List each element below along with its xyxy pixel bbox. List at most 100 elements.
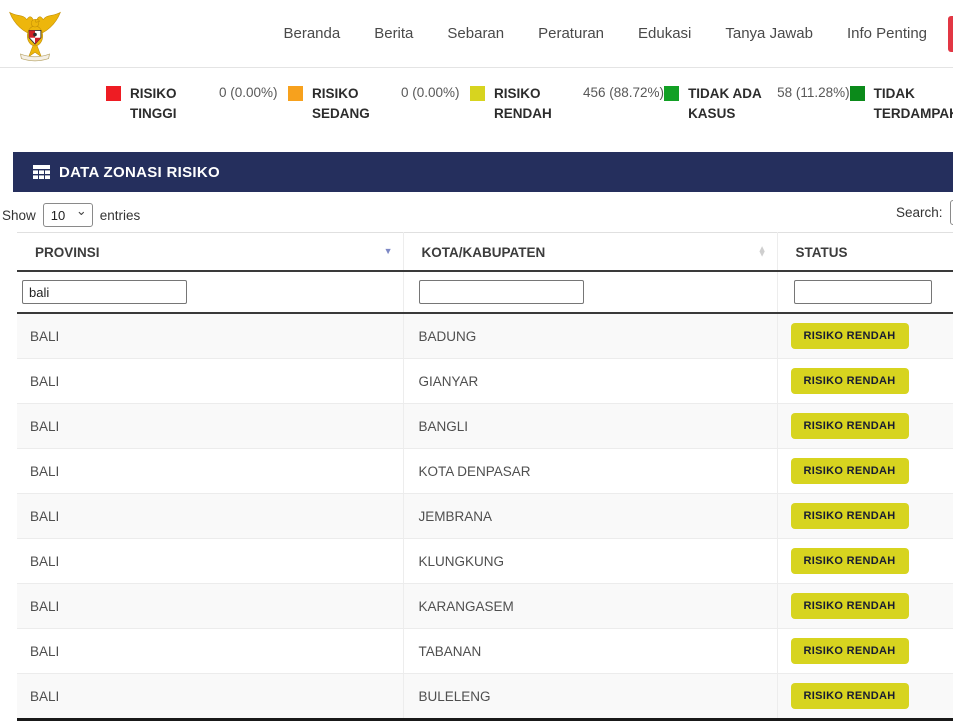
nav-link[interactable]: Peraturan	[538, 25, 604, 42]
cell-status: RISIKO RENDAH	[777, 539, 953, 584]
cell-kota: KOTA DENPASAR	[403, 449, 777, 494]
status-badge: RISIKO RENDAH	[791, 413, 909, 439]
nav-item: Sebaran	[447, 25, 504, 43]
legend-color-swatch	[288, 86, 303, 101]
table-row: BALI KARANGASEM RISIKO RENDAH	[17, 584, 953, 629]
legend-label: TIDAK ADA KASUS	[688, 84, 768, 125]
nav-link[interactable]: Edukasi	[638, 25, 691, 42]
nav-item: Berita	[374, 25, 413, 43]
legend-count: 58 (11.28%)	[777, 85, 850, 100]
garuda-pancasila-logo	[6, 5, 64, 65]
legend-color-swatch	[106, 86, 121, 101]
status-badge: RISIKO RENDAH	[791, 368, 909, 394]
zonasi-table: PROVINSI ▼ KOTA/KABUPATEN ▲▼ STATUS	[17, 232, 953, 721]
risk-legend: RISIKO TINGGI 0 (0.00%) RISIKO SEDANG 0 …	[0, 68, 953, 142]
filter-input-status[interactable]	[794, 280, 932, 304]
cell-provinsi: BALI	[17, 449, 403, 494]
entries-label: entries	[100, 208, 141, 223]
cell-kota: GIANYAR	[403, 359, 777, 404]
filter-cell-kota	[403, 271, 777, 313]
filter-cell-status	[777, 271, 953, 313]
cell-provinsi: BALI	[17, 539, 403, 584]
cell-provinsi: BALI	[17, 313, 403, 359]
column-header-kota[interactable]: KOTA/KABUPATEN ▲▼	[403, 233, 777, 272]
panel-title: DATA ZONASI RISIKO	[59, 164, 220, 181]
cell-status: RISIKO RENDAH	[777, 359, 953, 404]
filter-row	[17, 271, 953, 313]
legend-color-swatch	[470, 86, 485, 101]
search-control: Search:	[896, 200, 953, 225]
cell-kota: JEMBRANA	[403, 494, 777, 539]
legend-label: RISIKO TINGGI	[130, 84, 210, 125]
filter-input-provinsi[interactable]	[22, 280, 187, 304]
cell-provinsi: BALI	[17, 494, 403, 539]
cell-status: RISIKO RENDAH	[777, 674, 953, 720]
page-size-select[interactable]: 10	[43, 203, 93, 227]
column-label: STATUS	[796, 245, 848, 260]
legend-item: TIDAK TERDAMPAK 0 (0.00%)	[850, 84, 953, 142]
column-header-status[interactable]: STATUS	[777, 233, 953, 272]
main-nav: Beranda Berita Sebaran Peraturan Edukasi…	[284, 25, 928, 43]
legend-label: RISIKO RENDAH	[494, 84, 574, 125]
legend-item: RISIKO RENDAH 456 (88.72%)	[470, 84, 664, 142]
column-header-provinsi[interactable]: PROVINSI ▼	[17, 233, 403, 272]
legend-count: 0 (0.00%)	[219, 85, 278, 100]
panel-header: DATA ZONASI RISIKO	[13, 152, 953, 192]
nav-link[interactable]: Tanya Jawab	[725, 25, 813, 42]
filter-cell-provinsi	[17, 271, 403, 313]
column-label: KOTA/KABUPATEN	[422, 245, 546, 260]
cell-kota: TABANAN	[403, 629, 777, 674]
table-controls: Show 10 entries Search:	[0, 192, 953, 232]
legend-label: RISIKO SEDANG	[312, 84, 392, 125]
table-row: BALI KOTA DENPASAR RISIKO RENDAH	[17, 449, 953, 494]
table-grid-icon	[33, 165, 50, 180]
legend-count: 0 (0.00%)	[401, 85, 460, 100]
cell-provinsi: BALI	[17, 359, 403, 404]
search-label: Search:	[896, 205, 943, 220]
table-row: BALI BANGLI RISIKO RENDAH	[17, 404, 953, 449]
legend-color-swatch	[850, 86, 865, 101]
status-badge: RISIKO RENDAH	[791, 503, 909, 529]
cell-provinsi: BALI	[17, 584, 403, 629]
status-badge: RISIKO RENDAH	[791, 683, 909, 709]
column-label: PROVINSI	[35, 245, 100, 260]
table-row: BALI GIANYAR RISIKO RENDAH	[17, 359, 953, 404]
cell-status: RISIKO RENDAH	[777, 629, 953, 674]
legend-label: TIDAK TERDAMPAK	[874, 84, 953, 125]
status-badge: RISIKO RENDAH	[791, 548, 909, 574]
cell-kota: BADUNG	[403, 313, 777, 359]
nav-item: Beranda	[284, 25, 341, 43]
cell-status: RISIKO RENDAH	[777, 449, 953, 494]
nav-accent-button[interactable]	[948, 16, 953, 52]
legend-item: TIDAK ADA KASUS 58 (11.28%)	[664, 84, 850, 142]
search-input[interactable]	[950, 200, 953, 225]
table-row: BALI BADUNG RISIKO RENDAH	[17, 313, 953, 359]
sort-desc-icon: ▼	[384, 249, 393, 255]
table-row: BALI TABANAN RISIKO RENDAH	[17, 629, 953, 674]
status-badge: RISIKO RENDAH	[791, 638, 909, 664]
cell-kota: BULELENG	[403, 674, 777, 720]
nav-link[interactable]: Info Penting	[847, 25, 927, 42]
cell-kota: KARANGASEM	[403, 584, 777, 629]
nav-item: Info Penting	[847, 25, 927, 43]
nav-link[interactable]: Berita	[374, 25, 413, 42]
nav-link[interactable]: Sebaran	[447, 25, 504, 42]
cell-kota: BANGLI	[403, 404, 777, 449]
cell-provinsi: BALI	[17, 404, 403, 449]
status-badge: RISIKO RENDAH	[791, 593, 909, 619]
cell-status: RISIKO RENDAH	[777, 494, 953, 539]
cell-provinsi: BALI	[17, 629, 403, 674]
legend-color-swatch	[664, 86, 679, 101]
status-badge: RISIKO RENDAH	[791, 323, 909, 349]
filter-input-kota[interactable]	[419, 280, 584, 304]
header-row: PROVINSI ▼ KOTA/KABUPATEN ▲▼ STATUS	[17, 233, 953, 272]
cell-status: RISIKO RENDAH	[777, 313, 953, 359]
show-label: Show	[2, 208, 36, 223]
table-row: BALI BULELENG RISIKO RENDAH	[17, 674, 953, 720]
cell-kota: KLUNGKUNG	[403, 539, 777, 584]
nav-item: Tanya Jawab	[725, 25, 813, 43]
nav-link[interactable]: Beranda	[284, 25, 341, 42]
legend-item: RISIKO SEDANG 0 (0.00%)	[288, 84, 470, 142]
top-navbar: Beranda Berita Sebaran Peraturan Edukasi…	[0, 0, 953, 68]
nav-item: Edukasi	[638, 25, 691, 43]
